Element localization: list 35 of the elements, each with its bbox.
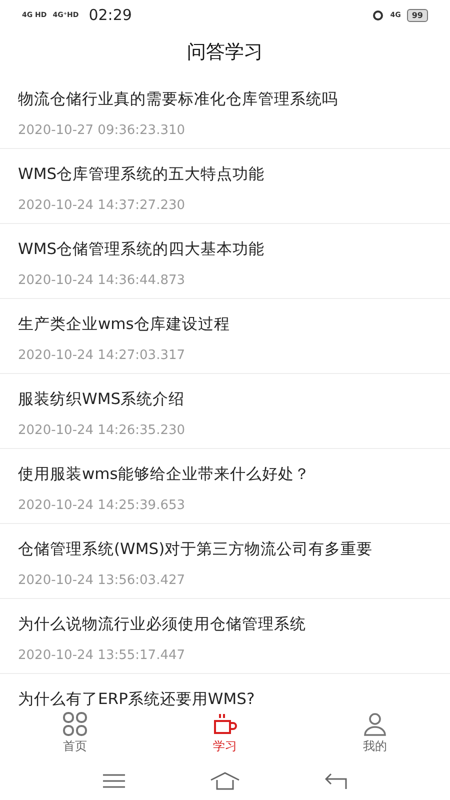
article-title: 为什么说物流行业必须使用仓储管理系统: [18, 614, 307, 635]
person-icon: [362, 712, 388, 736]
article-date: 2020-10-24 14:37:27.230: [18, 198, 186, 213]
article-title: 服装纺织WMS系统介绍: [18, 389, 186, 410]
clock: 02:29: [88, 6, 132, 24]
battery-indicator: 99: [406, 8, 428, 22]
nav-tab[interactable]: 首页: [0, 708, 150, 762]
cup-icon: [212, 712, 238, 736]
article-date: 2020-10-24 14:26:35.230: [18, 423, 186, 438]
article-item[interactable]: 物流仓储行业真的需要标准化仓库管理系统吗 2020-10-27 09:36:23.310: [0, 74, 450, 149]
article-title: WMS仓库管理系统的五大特点功能: [18, 164, 266, 185]
article-title: 使用服装wms能够给企业带来什么好处？: [18, 464, 311, 485]
alarm-icon: [372, 9, 384, 21]
nav-tab[interactable]: 学习: [150, 708, 300, 762]
article-item[interactable]: 仓储管理系统(WMS)对于第三方物流公司有多重要 2020-10-24 13:56:03.427: [0, 524, 450, 599]
nav-tab[interactable]: 我的: [300, 708, 450, 762]
article-title: 物流仓储行业真的需要标准化仓库管理系统吗: [18, 89, 339, 110]
article-date: 2020-10-24 14:27:03.317: [18, 348, 186, 363]
grid-icon: [62, 712, 88, 736]
article-title: WMS仓储管理系统的四大基本功能: [18, 239, 266, 260]
article-item[interactable]: WMS仓储管理系统的四大基本功能 2020-10-24 14:36:44.873: [0, 224, 450, 299]
article-item[interactable]: 使用服装wms能够给企业带来什么好处？ 2020-10-24 14:25:39.653: [0, 449, 450, 524]
article-title: 为什么有了ERP系统还要用WMS?: [18, 689, 256, 708]
article-date: 2020-10-27 09:36:23.310: [18, 123, 186, 138]
page-title: 问答学习: [187, 40, 263, 65]
article-item[interactable]: 服装纺织WMS系统介绍 2020-10-24 14:26:35.230: [0, 374, 450, 449]
article-item[interactable]: WMS仓库管理系统的五大特点功能 2020-10-24 14:37:27.230: [0, 149, 450, 224]
article-title: 生产类企业wms仓库建设过程: [18, 314, 231, 335]
article-item[interactable]: 为什么说物流行业必须使用仓储管理系统 2020-10-24 13:55:17.447: [0, 599, 450, 674]
article-date: 2020-10-24 14:36:44.873: [18, 273, 186, 288]
article-item[interactable]: 生产类企业wms仓库建设过程 2020-10-24 14:27:03.317: [0, 299, 450, 374]
article-date: 2020-10-24 13:55:17.447: [18, 648, 186, 663]
article-date: 2020-10-24 14:25:39.653: [18, 498, 186, 513]
article-title: 仓储管理系统(WMS)对于第三方物流公司有多重要: [18, 539, 374, 560]
article-date: 2020-10-24 13:56:03.427: [18, 573, 186, 588]
